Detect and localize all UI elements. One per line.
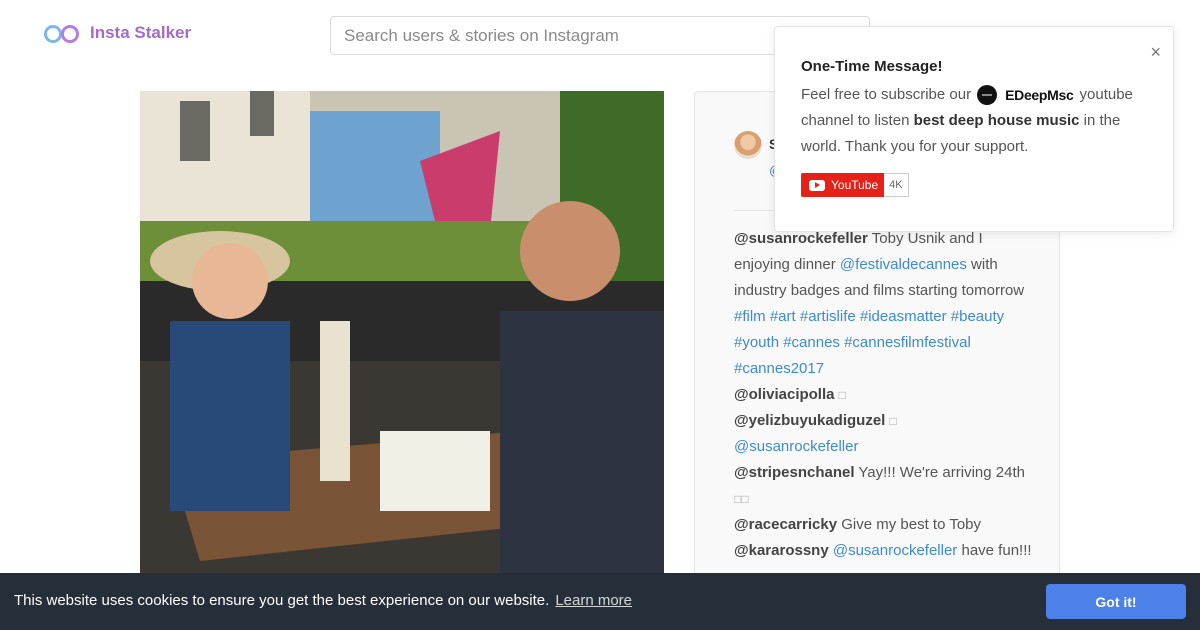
logo-rings-icon: [44, 22, 82, 44]
comment-hashtags[interactable]: #film #art #artislife #ideasmatter #beau…: [734, 308, 1004, 377]
cookie-banner: This website uses cookies to ensure you …: [0, 573, 1200, 630]
comment-text: have fun!!!: [961, 542, 1032, 559]
youtube-label: YouTube: [831, 178, 879, 192]
list-item: @susanrockefeller Toby Usnik and I enjoy…: [734, 226, 1034, 382]
list-item: @racecarricky Give my best to Toby: [734, 512, 1034, 538]
one-time-message-popup: × One-Time Message! Feel free to subscri…: [774, 26, 1174, 232]
list-item: @yelizbuyukadiguzel □ @susanrockefeller: [734, 408, 1034, 460]
youtube-play-icon: [809, 179, 825, 191]
emoji-glyph: □□: [734, 492, 749, 506]
subscriber-count: 4K: [884, 173, 909, 197]
comment-user[interactable]: @susanrockefeller: [734, 230, 868, 247]
comment-list: @susanrockefeller Toby Usnik and I enjoy…: [734, 226, 1034, 564]
site-logo[interactable]: Insta Stalker: [44, 22, 191, 44]
channel-name: EDeepMsc: [1005, 87, 1074, 104]
list-item: @oliviacipolla □: [734, 382, 1034, 408]
popup-title: One-Time Message!: [801, 58, 943, 75]
post-photo: [140, 91, 664, 581]
cookie-text: This website uses cookies to ensure you …: [14, 592, 550, 609]
comment-user[interactable]: @racecarricky: [734, 516, 837, 533]
comment-user[interactable]: @stripesnchanel: [734, 464, 855, 481]
post-photo-image: [140, 91, 664, 581]
emoji-glyph: □: [838, 388, 846, 402]
comment-text: Yay!!! We're arriving 24th: [858, 464, 1025, 481]
comment-user[interactable]: @yelizbuyukadiguzel: [734, 412, 885, 429]
author-avatar[interactable]: [734, 131, 762, 159]
channel-badge[interactable]: EDeepMsc: [977, 82, 1074, 108]
cookie-message: This website uses cookies to ensure you …: [14, 592, 632, 609]
close-icon[interactable]: ×: [1150, 43, 1161, 61]
comment-mention[interactable]: @festivaldecannes: [840, 256, 967, 273]
list-item: @kararossny @susanrockefeller have fun!!…: [734, 538, 1034, 564]
youtube-subscribe-widget[interactable]: YouTube 4K: [801, 173, 909, 197]
popup-text: Feel free to subscribe our: [801, 86, 972, 103]
logo-text: Insta Stalker: [90, 23, 192, 42]
popup-bold-text: best deep house music: [913, 112, 1080, 130]
youtube-subscribe-button[interactable]: YouTube: [801, 173, 885, 197]
comment-user[interactable]: @kararossny: [734, 542, 829, 559]
comment-mention[interactable]: @susanrockefeller: [734, 438, 858, 455]
popup-body: Feel free to subscribe our EDeepMsc youtub…: [801, 82, 1153, 160]
comment-text: Give my best to Toby: [841, 516, 982, 533]
channel-logo-icon: [977, 85, 998, 106]
emoji-glyph: □: [889, 414, 897, 428]
comment-user[interactable]: @oliviacipolla: [734, 386, 835, 403]
learn-more-link[interactable]: Learn more: [555, 592, 632, 609]
got-it-button[interactable]: Got it!: [1046, 584, 1186, 619]
list-item: @stripesnchanel Yay!!! We're arriving 24…: [734, 460, 1034, 512]
comment-mention[interactable]: @susanrockefeller: [833, 542, 957, 559]
